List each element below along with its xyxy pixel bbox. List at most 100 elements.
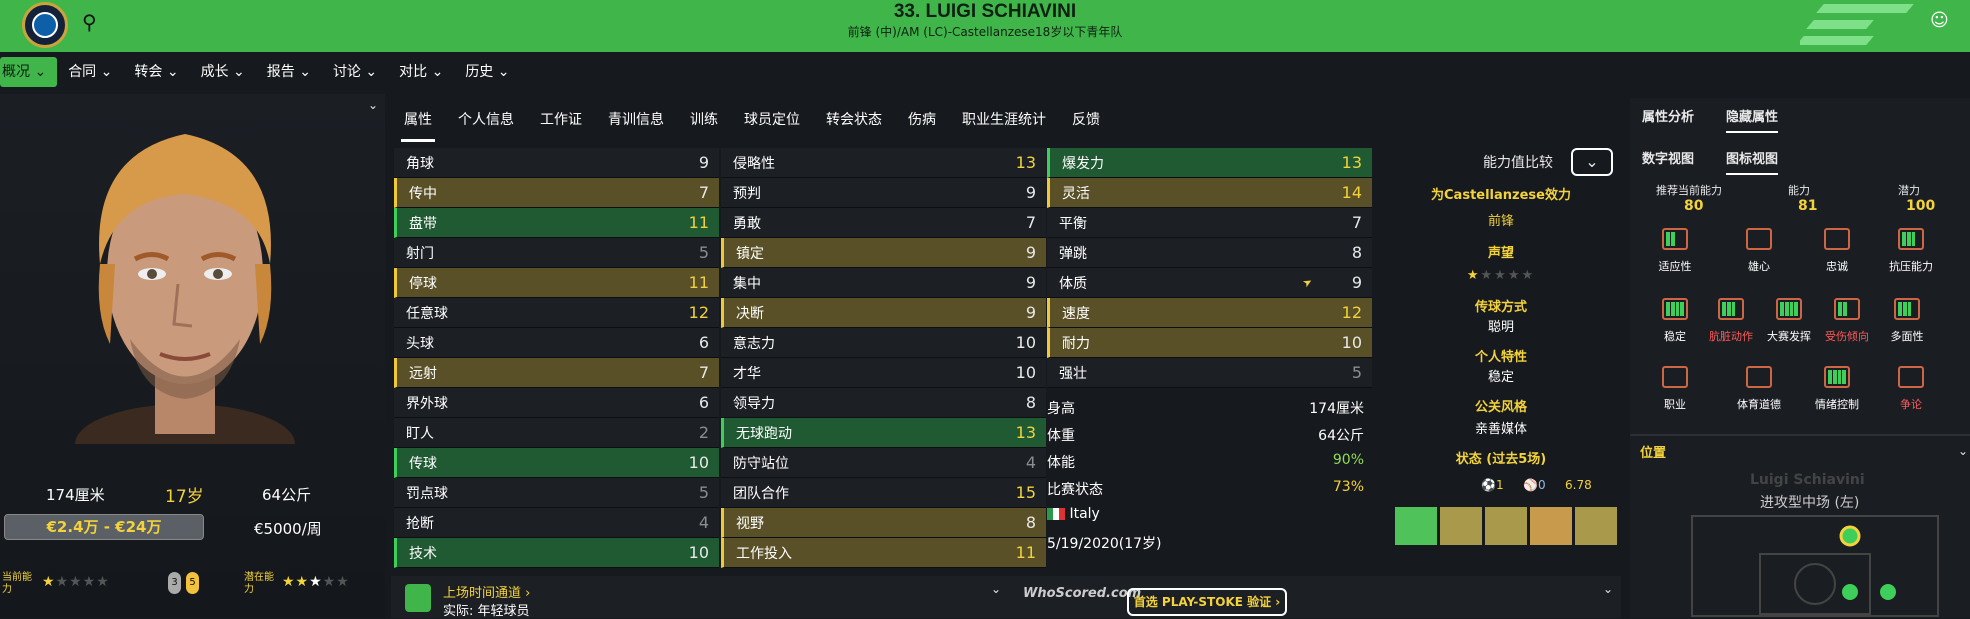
attribute-row[interactable]: 任意球 12 <box>394 298 719 328</box>
tab-icon-view[interactable]: 图标视图 <box>1726 148 1779 175</box>
playstoke-button[interactable]: 首选 PLAY-STOKE 验证 › <box>1127 588 1287 616</box>
attribute-value: 11 <box>688 213 709 232</box>
attribute-name: 技术 <box>409 545 437 562</box>
attribute-row[interactable]: 预判 9 <box>721 178 1046 208</box>
attribute-row[interactable]: 弹跳 8 <box>1047 238 1372 268</box>
attribute-row[interactable]: 强壮 5 <box>1047 358 1372 388</box>
attribute-value: 13 <box>1015 153 1036 172</box>
tab-number-view[interactable]: 数字视图 <box>1642 148 1694 167</box>
header-stripes-decoration <box>1800 0 1940 52</box>
attribute-row[interactable]: 灵活 14 <box>1047 178 1372 208</box>
attribute-row[interactable]: 爆发力 13 <box>1047 148 1372 178</box>
divider <box>1630 434 1970 436</box>
tab-feedback[interactable]: 反馈 <box>1059 98 1113 142</box>
attribute-row[interactable]: 视野 8 <box>721 508 1046 538</box>
tab-injuries[interactable]: 伤病 <box>895 98 949 142</box>
hidden-attribute-battery-icon <box>1834 298 1860 320</box>
attribute-row[interactable]: 决断 9 <box>721 298 1046 328</box>
attribute-name: 灵活 <box>1062 185 1090 202</box>
attribute-row[interactable]: 镇定 9 <box>721 238 1046 268</box>
whoscored-logo[interactable]: WhoScored.com <box>1023 586 1141 601</box>
compare-dropdown-button[interactable]: ⌄ <box>1571 148 1613 176</box>
attribute-row[interactable]: 平衡 7 <box>1047 208 1372 238</box>
chevron-down-icon[interactable]: ⌄ <box>1958 444 1968 458</box>
nav-item-contract[interactable]: 合同 ⌄ <box>57 57 123 87</box>
attribute-row[interactable]: 头球 6 <box>394 328 719 358</box>
tab-personal[interactable]: 个人信息 <box>445 98 527 142</box>
attribute-row[interactable]: 角球 9 <box>394 148 719 178</box>
attribute-row[interactable]: 速度 12 <box>1047 298 1372 328</box>
personality-label: 个人特性 <box>1474 350 1527 365</box>
attribute-row[interactable]: 才华 10 <box>721 358 1046 388</box>
tab-career-stats[interactable]: 职业生涯统计 <box>949 98 1059 142</box>
attribute-value: 6 <box>698 393 709 412</box>
chevron-down-icon[interactable]: ⌄ <box>991 582 1001 596</box>
attribute-row[interactable]: 罚点球 5 <box>394 478 719 508</box>
attribute-row[interactable]: 团队合作 15 <box>721 478 1046 508</box>
attribute-row[interactable]: 盯人 2 <box>394 418 719 448</box>
attribute-row[interactable]: 侵略性 13 <box>721 148 1046 178</box>
attribute-row[interactable]: 停球 11 <box>394 268 719 298</box>
attribute-row[interactable]: 防守站位 4 <box>721 448 1046 478</box>
hidden-attribute-battery-icon <box>1824 228 1850 250</box>
nav-item-compare[interactable]: 对比 ⌄ <box>388 57 454 87</box>
user-icon[interactable]: ☺ <box>1930 10 1949 31</box>
attribute-name: 视野 <box>736 515 764 532</box>
value-range-badge[interactable]: €2.4万 - €24万 <box>4 514 204 540</box>
tab-attribute-analysis[interactable]: 属性分析 <box>1642 106 1694 125</box>
attribute-value: 9 <box>1025 243 1036 262</box>
tab-attributes[interactable]: 属性 <box>391 98 445 142</box>
attribute-row[interactable]: 盘带 11 <box>394 208 719 238</box>
hidden-attribute-label: 忠诚 <box>1826 260 1848 273</box>
pill-b: 5 <box>186 572 199 594</box>
attribute-row[interactable]: 领导力 8 <box>721 388 1046 418</box>
reputation-label: 声望 <box>1487 246 1514 261</box>
attribute-row[interactable]: 耐力 10 <box>1047 328 1372 358</box>
analysis-panel: 属性分析 隐藏属性 数字视图 图标视图 推荐当前能力 能力 潜力 80 81 1… <box>1630 98 1970 618</box>
nav-item-overview[interactable]: 概况 ⌄ <box>0 57 58 87</box>
tab-positions[interactable]: 球员定位 <box>731 98 813 142</box>
attribute-row[interactable]: 勇敢 7 <box>721 208 1046 238</box>
role-label: 进攻型中场 (左) <box>1760 495 1860 511</box>
potential-ability-stars: ★★★★★ <box>282 574 350 590</box>
tab-transfer-status[interactable]: 转会状态 <box>813 98 895 142</box>
chevron-down-icon[interactable]: ⌄ <box>368 98 378 112</box>
playtime-link[interactable]: 上场时间通道 › <box>443 582 530 601</box>
tab-youth[interactable]: 青训信息 <box>595 98 677 142</box>
tab-training[interactable]: 训练 <box>677 98 731 142</box>
chevron-down-icon[interactable]: ⌄ <box>1603 582 1613 596</box>
attribute-row[interactable]: 传球 10 <box>394 448 719 478</box>
attribute-name: 盯人 <box>406 425 434 442</box>
info-nation[interactable]: Italy <box>1047 506 1374 533</box>
attribute-row[interactable]: 抢断 4 <box>394 508 719 538</box>
tab-work-permit[interactable]: 工作证 <box>527 98 595 142</box>
attribute-row[interactable]: 集中 9 <box>721 268 1046 298</box>
attribute-name: 任意球 <box>406 305 448 322</box>
goal-icon: ⚽ <box>1481 478 1496 492</box>
trend-arrow-icon: ➤ <box>1299 274 1315 291</box>
hidden-attribute-battery-icon <box>1662 228 1688 250</box>
attribute-row[interactable]: 体质 ➤ 9 <box>1047 268 1372 298</box>
attribute-row[interactable]: 无球跑动 13 <box>721 418 1046 448</box>
attribute-row[interactable]: 技术 10 <box>394 538 719 568</box>
nav-item-transfer[interactable]: 转会 ⌄ <box>123 57 189 87</box>
attribute-row[interactable]: 意志力 10 <box>721 328 1046 358</box>
attribute-row[interactable]: 传中 7 <box>394 178 719 208</box>
attribute-row[interactable]: 工作投入 11 <box>721 538 1046 568</box>
attribute-row[interactable]: 远射 7 <box>394 358 719 388</box>
tab-hidden-attributes[interactable]: 隐藏属性 <box>1726 106 1779 133</box>
attribute-value: 4 <box>1025 453 1036 472</box>
attribute-value: 5 <box>698 243 709 262</box>
attribute-row[interactable]: 界外球 6 <box>394 388 719 418</box>
info-height: 身高 174厘米 <box>1047 401 1364 417</box>
media-value: 亲善媒体 <box>1474 422 1527 437</box>
attribute-row[interactable]: 射门 5 <box>394 238 719 268</box>
wage-value: €5000/周 <box>254 520 322 538</box>
nav-item-history[interactable]: 历史 ⌄ <box>454 57 520 87</box>
nav-item-reports[interactable]: 报告 ⌄ <box>256 57 322 87</box>
hidden-attribute-battery-icon <box>1662 298 1688 320</box>
attribute-name: 头球 <box>406 335 434 352</box>
nav-item-development[interactable]: 成长 ⌄ <box>190 57 256 87</box>
height-value: 174厘米 <box>46 486 105 504</box>
nav-item-discuss[interactable]: 讨论 ⌄ <box>322 57 388 87</box>
